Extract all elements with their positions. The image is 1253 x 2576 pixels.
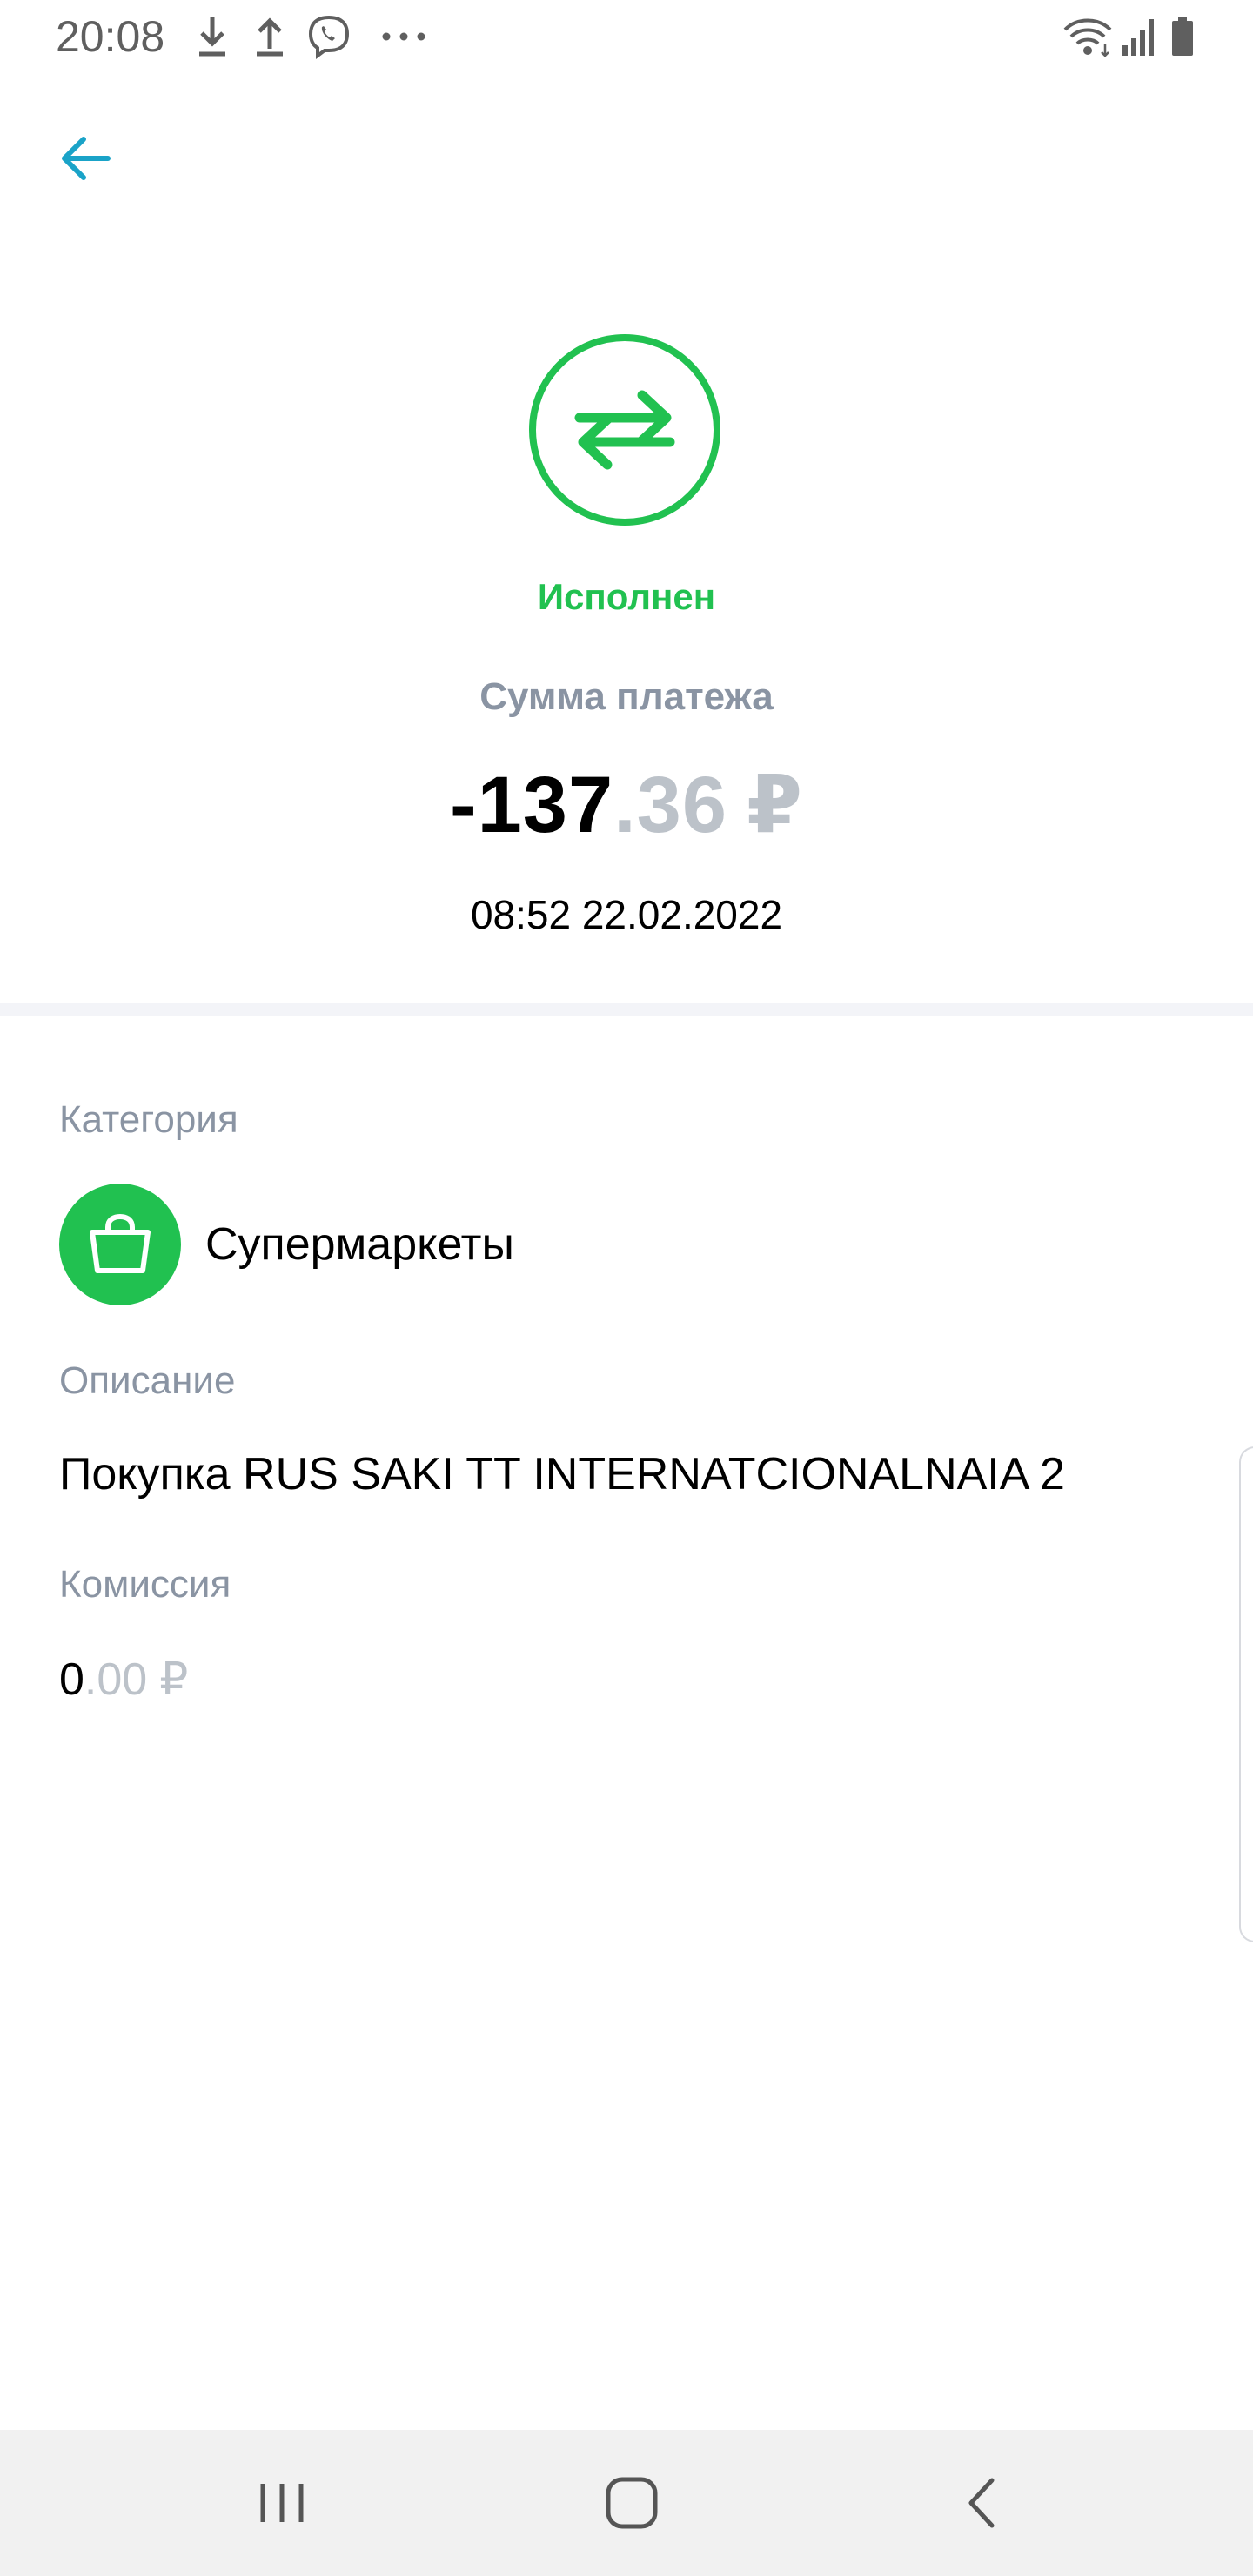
recent-apps-button[interactable]	[238, 2459, 325, 2546]
description-label: Описание	[59, 1359, 236, 1402]
payment-details-screen: 20:08 Исполнен Сумма платежа -137.36 ₽ 0…	[0, 0, 1253, 2576]
amount-fraction: .36	[613, 761, 728, 849]
download-icon	[197, 14, 228, 59]
back-icon	[968, 2478, 995, 2528]
status-time: 20:08	[56, 12, 165, 61]
category-row: Супермаркеты	[59, 1184, 514, 1305]
payment-timestamp: 08:52 22.02.2022	[470, 892, 783, 937]
commission-label: Комиссия	[59, 1563, 231, 1606]
exchange-arrows-icon	[574, 390, 675, 470]
payment-amount: -137.36 ₽	[0, 757, 1253, 853]
home-button[interactable]	[588, 2459, 675, 2546]
category-name: Супермаркеты	[205, 1219, 514, 1270]
more-dots-icon	[379, 14, 428, 59]
shopping-bag-icon	[90, 1213, 151, 1273]
edge-panel-handle[interactable]	[1239, 1446, 1253, 1942]
system-back-button[interactable]	[938, 2459, 1025, 2546]
commission-integer: 0	[59, 1654, 84, 1705]
battery-icon	[1169, 14, 1196, 59]
recent-apps-icon	[260, 2484, 304, 2522]
back-button[interactable]	[49, 122, 122, 195]
viber-icon	[306, 14, 352, 59]
category-label: Категория	[59, 1098, 238, 1141]
payment-status-circle	[529, 334, 720, 526]
signal-icon	[1121, 14, 1159, 59]
upload-icon	[254, 14, 285, 59]
wifi-icon	[1062, 14, 1114, 59]
commission-currency: ₽	[159, 1654, 189, 1705]
navigation-bar	[0, 2430, 1253, 2576]
commission-value: 0.00 ₽	[59, 1654, 188, 1706]
home-icon	[606, 2477, 658, 2529]
amount-caption: Сумма платежа	[479, 675, 774, 718]
status-bar: 20:08	[0, 0, 1253, 73]
arrow-left-icon	[62, 137, 111, 180]
amount-integer: -137	[449, 761, 614, 849]
payment-status-label: Исполнен	[537, 576, 716, 617]
section-divider	[0, 1003, 1253, 1016]
commission-fraction: .00	[84, 1654, 148, 1705]
description-value: Покупка RUS SAKI TT INTERNATCIONALNAIA 2	[59, 1449, 1065, 1499]
category-icon-circle	[59, 1184, 181, 1305]
amount-currency: ₽	[747, 761, 804, 849]
